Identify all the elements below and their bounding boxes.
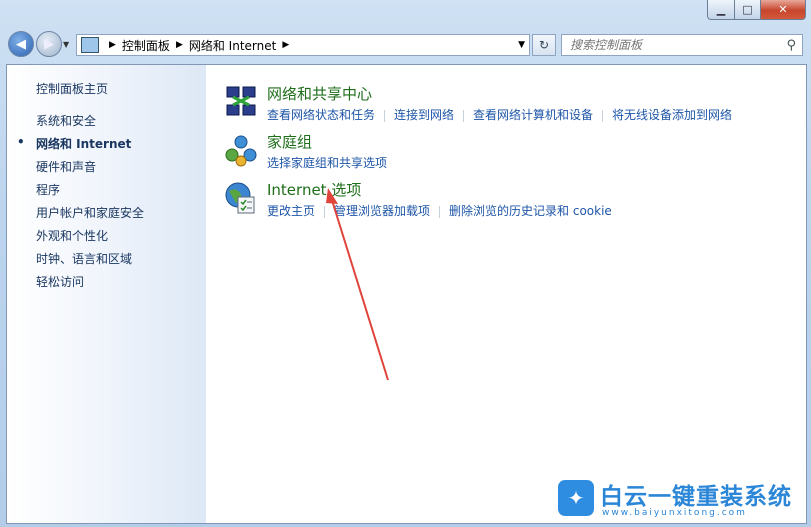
watermark-text: 白云一键重装系统: [600, 484, 792, 510]
watermark-url: www.baiyunxitong.com: [602, 508, 747, 518]
annotation-arrow: [326, 188, 389, 381]
watermark: ✦ 白云一键重装系统 www.baiyunxitong.com: [558, 474, 808, 524]
bird-logo-icon: ✦: [558, 480, 594, 516]
